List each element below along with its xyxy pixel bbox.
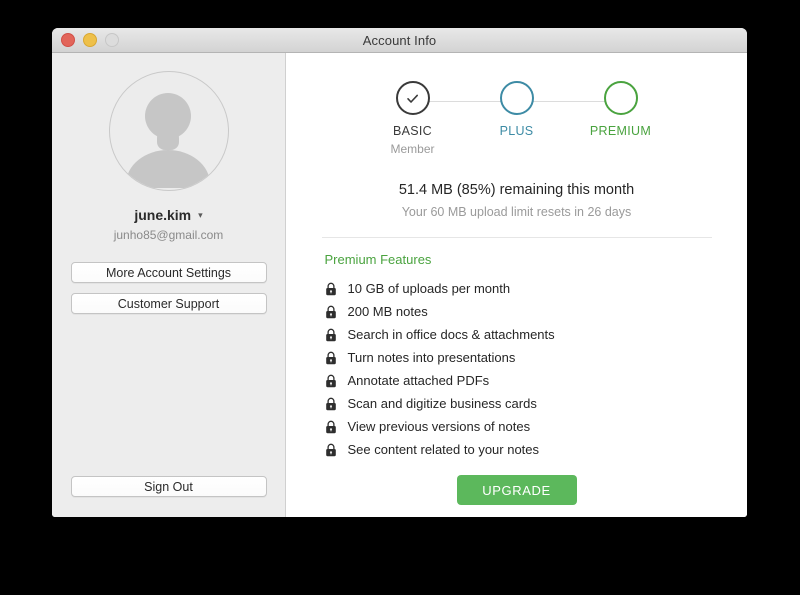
lock-icon bbox=[322, 305, 340, 319]
username-row[interactable]: june.kim ▾ bbox=[134, 207, 202, 223]
content-panel: BASIC Member PLUS PREMIUM 51.4 MB (85%) … bbox=[286, 53, 747, 517]
feature-item: Scan and digitize business cards bbox=[322, 392, 712, 415]
sign-out-button[interactable]: Sign Out bbox=[70, 476, 267, 497]
title-bar: Account Info bbox=[52, 28, 747, 53]
tier-premium-circle bbox=[603, 81, 638, 115]
feature-label: Annotate attached PDFs bbox=[347, 373, 490, 388]
customer-support-button[interactable]: Customer Support bbox=[70, 293, 267, 314]
feature-label: 200 MB notes bbox=[347, 304, 428, 319]
feature-item: Search in office docs & attachments bbox=[322, 323, 712, 346]
tier-basic-label: BASIC bbox=[392, 124, 432, 138]
membership-stepper: BASIC Member PLUS PREMIUM bbox=[367, 81, 667, 156]
minimize-button[interactable] bbox=[83, 33, 97, 47]
tier-premium-label: PREMIUM bbox=[589, 124, 652, 138]
feature-label: View previous versions of notes bbox=[347, 419, 531, 434]
lock-icon bbox=[322, 328, 340, 342]
more-account-settings-button[interactable]: More Account Settings bbox=[70, 262, 267, 283]
feature-item: 10 GB of uploads per month bbox=[322, 277, 712, 300]
upgrade-button[interactable]: UPGRADE bbox=[456, 475, 577, 505]
feature-label: 10 GB of uploads per month bbox=[347, 281, 511, 296]
feature-item: View previous versions of notes bbox=[322, 415, 712, 438]
username: june.kim bbox=[134, 207, 192, 223]
feature-label: Turn notes into presentations bbox=[347, 350, 516, 365]
quota-reset-text: Your 60 MB upload limit resets in 26 day… bbox=[401, 205, 632, 219]
feature-label: Scan and digitize business cards bbox=[347, 396, 537, 411]
account-info-window: Account Info june.kim ▾ junho85@gmail.co… bbox=[52, 28, 747, 517]
default-user-avatar-icon bbox=[125, 93, 210, 188]
premium-features-section: Premium Features 10 GB of uploads per mo… bbox=[322, 252, 712, 505]
tier-plus-label: PLUS bbox=[499, 124, 534, 138]
window-body: june.kim ▾ junho85@gmail.com More Accoun… bbox=[52, 53, 747, 517]
lock-icon bbox=[322, 351, 340, 365]
lock-icon bbox=[322, 420, 340, 434]
quota-remaining-text: 51.4 MB (85%) remaining this month bbox=[398, 182, 635, 198]
premium-features-heading: Premium Features bbox=[324, 252, 432, 267]
sign-out-container: Sign Out bbox=[52, 476, 285, 497]
feature-item: See content related to your notes bbox=[322, 438, 712, 461]
tier-premium[interactable]: PREMIUM bbox=[575, 81, 667, 156]
tier-basic[interactable]: BASIC Member bbox=[367, 81, 459, 156]
lock-icon bbox=[322, 443, 340, 457]
feature-label: Search in office docs & attachments bbox=[347, 327, 555, 342]
avatar[interactable] bbox=[108, 71, 229, 191]
zoom-button[interactable] bbox=[105, 33, 119, 47]
window-title: Account Info bbox=[362, 32, 437, 48]
tier-basic-circle bbox=[395, 81, 430, 115]
window-controls bbox=[61, 28, 119, 52]
section-divider bbox=[321, 237, 712, 238]
tier-plus-circle bbox=[499, 81, 534, 115]
upgrade-container: UPGRADE bbox=[322, 475, 712, 505]
user-email: junho85@gmail.com bbox=[113, 228, 224, 242]
chevron-down-icon: ▾ bbox=[198, 209, 203, 220]
feature-item: 200 MB notes bbox=[322, 300, 712, 323]
lock-icon bbox=[322, 282, 340, 296]
quota-block: 51.4 MB (85%) remaining this month Your … bbox=[399, 182, 634, 219]
feature-item: Turn notes into presentations bbox=[322, 346, 712, 369]
check-icon bbox=[407, 94, 418, 103]
tier-plus[interactable]: PLUS bbox=[471, 81, 563, 156]
tier-basic-sublabel: Member bbox=[390, 142, 435, 156]
sidebar: june.kim ▾ junho85@gmail.com More Accoun… bbox=[52, 53, 286, 517]
feature-label: See content related to your notes bbox=[347, 442, 540, 457]
feature-item: Annotate attached PDFs bbox=[322, 369, 712, 392]
close-button[interactable] bbox=[61, 33, 75, 47]
lock-icon bbox=[322, 397, 340, 411]
lock-icon bbox=[322, 374, 340, 388]
